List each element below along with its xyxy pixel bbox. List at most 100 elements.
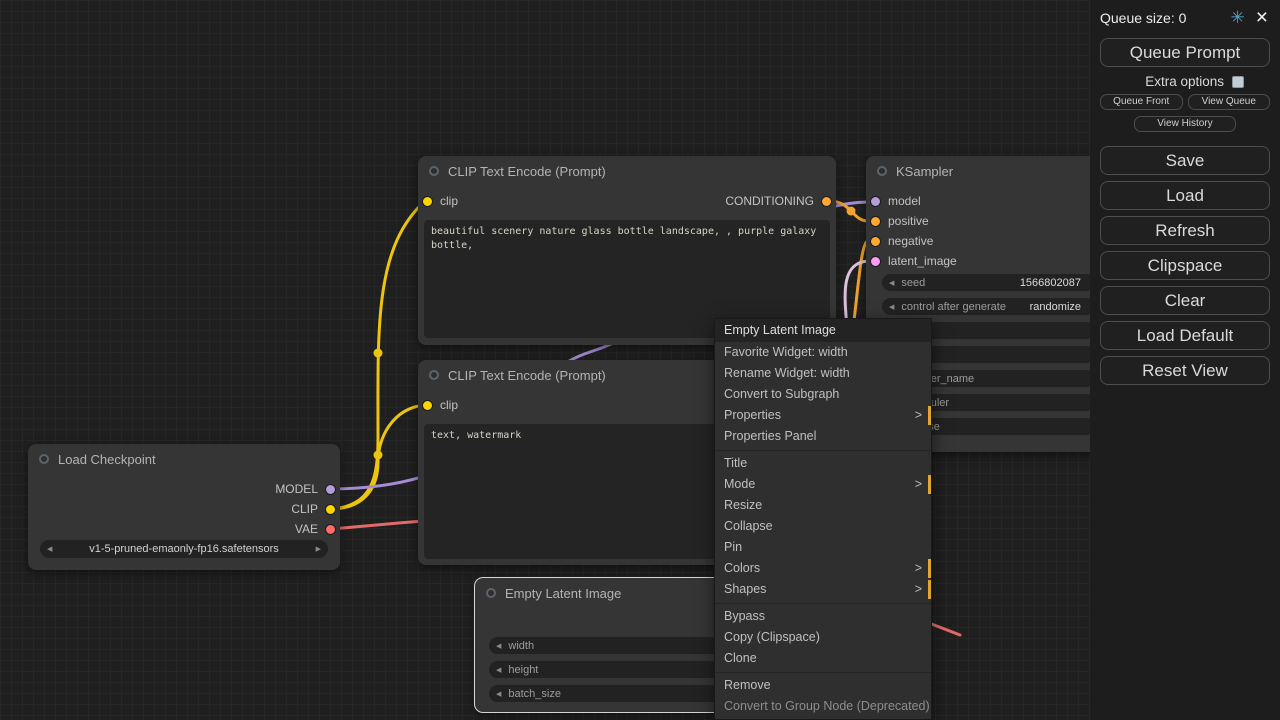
vae-port-icon[interactable]	[325, 524, 336, 535]
slot-label: clip	[440, 398, 458, 412]
decrement-arrow-icon[interactable]: ◀	[496, 690, 501, 698]
slot-label: negative	[888, 234, 933, 248]
seed-widget[interactable]: ◀ seed 1566802087	[882, 274, 1095, 291]
menu-item-copy-clipspace[interactable]: Copy (Clipspace)	[715, 627, 931, 648]
node-title: Load Checkpoint	[58, 452, 156, 467]
next-arrow-icon[interactable]: ▶	[316, 545, 321, 553]
input-slot-negative[interactable]: negative	[870, 233, 933, 249]
menu-item-favorite-widget[interactable]: Favorite Widget: width	[715, 342, 931, 363]
widget-label: height	[508, 664, 538, 676]
conditioning-port-icon[interactable]	[870, 236, 881, 247]
input-slot-model[interactable]: model	[870, 193, 921, 209]
submenu-arrow-icon: >	[915, 558, 922, 579]
view-history-button[interactable]: View History	[1134, 116, 1236, 132]
collapse-dot-icon[interactable]	[486, 588, 496, 598]
node-title: CLIP Text Encode (Prompt)	[448, 164, 606, 179]
menu-item-convert-to-subgraph[interactable]: Convert to Subgraph	[715, 384, 931, 405]
model-port-icon[interactable]	[325, 484, 336, 495]
output-slot-vae[interactable]: VAE	[295, 521, 336, 537]
menu-item-colors[interactable]: Colors >	[715, 558, 931, 579]
widget-value: 1566802087	[1020, 277, 1081, 289]
conditioning-port-icon[interactable]	[821, 196, 832, 207]
slot-label: latent_image	[888, 254, 957, 268]
settings-gear-icon[interactable]: ✳	[1230, 8, 1244, 28]
menu-item-shapes[interactable]: Shapes >	[715, 579, 931, 600]
widget-label: batch_size	[508, 688, 561, 700]
output-slot-clip[interactable]: CLIP	[291, 501, 336, 517]
node-graph-canvas[interactable]: Load Checkpoint MODEL CLIP VAE ◀ v1-5-pr…	[0, 0, 1280, 720]
model-port-icon[interactable]	[870, 196, 881, 207]
collapse-dot-icon[interactable]	[39, 454, 49, 464]
link-dot	[374, 451, 383, 460]
menu-item-label: Colors	[724, 561, 760, 575]
menu-item-clone[interactable]: Clone	[715, 648, 931, 669]
collapse-dot-icon[interactable]	[429, 370, 439, 380]
menu-item-resize[interactable]: Resize	[715, 495, 931, 516]
prev-arrow-icon[interactable]: ◀	[47, 545, 52, 553]
ckpt-name-widget[interactable]: ◀ v1-5-pruned-emaonly-fp16.safetensors ▶	[40, 540, 328, 558]
menu-separator	[715, 672, 931, 673]
clear-button[interactable]: Clear	[1100, 286, 1270, 315]
menu-item-remove[interactable]: Remove	[715, 675, 931, 696]
link-dot	[847, 207, 856, 216]
close-icon[interactable]: ×	[1256, 10, 1268, 26]
input-slot-positive[interactable]: positive	[870, 213, 929, 229]
clipspace-button[interactable]: Clipspace	[1100, 251, 1270, 280]
input-slot-clip[interactable]: clip	[422, 397, 458, 413]
extra-options-checkbox[interactable]	[1232, 76, 1244, 88]
view-queue-button[interactable]: View Queue	[1188, 94, 1271, 110]
menu-item-convert-to-group-node[interactable]: Convert to Group Node (Deprecated)	[715, 696, 931, 717]
menu-item-title[interactable]: Title	[715, 453, 931, 474]
save-button[interactable]: Save	[1100, 146, 1270, 175]
widget-label: control after generate	[901, 301, 1006, 313]
control-after-generate-widget[interactable]: ◀ control after generate randomize	[882, 298, 1095, 315]
collapse-dot-icon[interactable]	[877, 166, 887, 176]
menu-separator	[715, 603, 931, 604]
menu-item-mode[interactable]: Mode >	[715, 474, 931, 495]
load-default-button[interactable]: Load Default	[1100, 321, 1270, 350]
slot-label: CLIP	[291, 502, 318, 516]
node-load-checkpoint[interactable]: Load Checkpoint MODEL CLIP VAE ◀ v1-5-pr…	[28, 444, 340, 570]
decrement-arrow-icon[interactable]: ◀	[889, 303, 894, 311]
slot-label: clip	[440, 194, 458, 208]
load-button[interactable]: Load	[1100, 181, 1270, 210]
clip-port-icon[interactable]	[422, 196, 433, 207]
menu-item-properties-panel[interactable]: Properties Panel	[715, 426, 931, 447]
input-slot-latent-image[interactable]: latent_image	[870, 253, 957, 269]
slot-label: MODEL	[275, 482, 318, 496]
refresh-button[interactable]: Refresh	[1100, 216, 1270, 245]
node-title-bar[interactable]: KSampler	[866, 156, 1111, 186]
ckpt-name-value: v1-5-pruned-emaonly-fp16.safetensors	[89, 543, 279, 555]
decrement-arrow-icon[interactable]: ◀	[496, 666, 501, 674]
collapse-dot-icon[interactable]	[429, 166, 439, 176]
input-slot-clip[interactable]: clip	[422, 193, 458, 209]
node-title-bar[interactable]: Load Checkpoint	[28, 444, 340, 474]
menu-separator	[715, 450, 931, 451]
latent-port-icon[interactable]	[870, 256, 881, 267]
node-title-bar[interactable]: CLIP Text Encode (Prompt)	[418, 156, 836, 186]
output-slot-model[interactable]: MODEL	[275, 481, 336, 497]
menu-item-bypass[interactable]: Bypass	[715, 606, 931, 627]
clip-port-icon[interactable]	[325, 504, 336, 515]
queue-prompt-button[interactable]: Queue Prompt	[1100, 38, 1270, 67]
node-clip-text-encode-positive[interactable]: CLIP Text Encode (Prompt) clip CONDITION…	[418, 156, 836, 345]
menu-item-properties[interactable]: Properties >	[715, 405, 931, 426]
submenu-arrow-icon: >	[915, 474, 922, 495]
reset-view-button[interactable]: Reset View	[1100, 356, 1270, 385]
decrement-arrow-icon[interactable]: ◀	[496, 642, 501, 650]
submenu-arrow-icon: >	[915, 579, 922, 600]
output-slot-conditioning[interactable]: CONDITIONING	[725, 193, 832, 209]
decrement-arrow-icon[interactable]: ◀	[889, 279, 894, 287]
clip-port-icon[interactable]	[422, 400, 433, 411]
menu-item-pin[interactable]: Pin	[715, 537, 931, 558]
queue-front-button[interactable]: Queue Front	[1100, 94, 1183, 110]
menu-item-label: Mode	[724, 477, 755, 491]
widget-label: seed	[901, 277, 925, 289]
comfy-menu-panel: Queue size: 0 ✳ × Queue Prompt Extra opt…	[1090, 0, 1280, 720]
conditioning-port-icon[interactable]	[870, 216, 881, 227]
menu-item-collapse[interactable]: Collapse	[715, 516, 931, 537]
slot-label: model	[888, 194, 921, 208]
widget-label: width	[508, 640, 534, 652]
menu-item-rename-widget[interactable]: Rename Widget: width	[715, 363, 931, 384]
node-title: Empty Latent Image	[505, 586, 621, 601]
